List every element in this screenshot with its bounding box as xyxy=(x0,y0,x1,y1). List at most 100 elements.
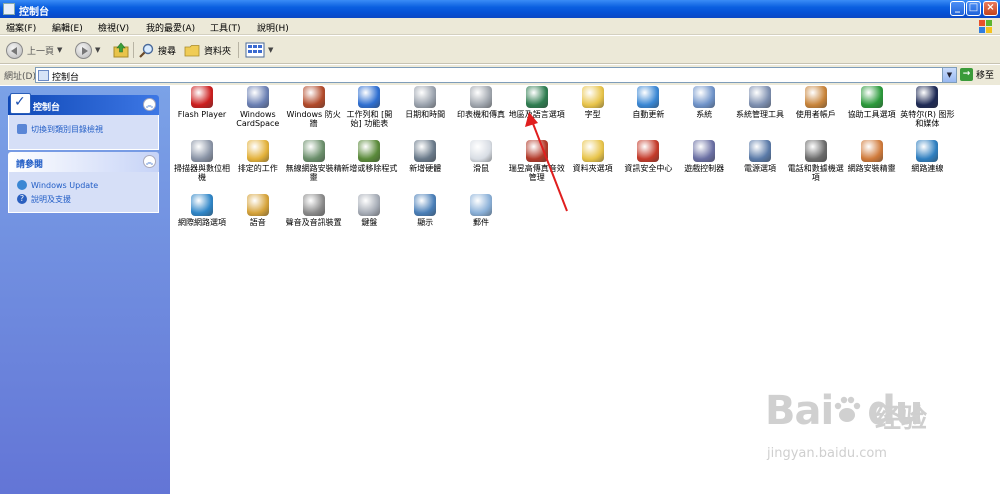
menu-edit[interactable]: 編輯(E) xyxy=(52,21,83,34)
windows-update-link[interactable]: Windows Update xyxy=(17,179,150,191)
speech-icon xyxy=(246,194,269,216)
control-panel-item[interactable]: 網路安裝精靈 xyxy=(844,140,900,194)
chevron-down-icon[interactable]: ▼ xyxy=(95,46,100,54)
search-button[interactable]: 搜尋 xyxy=(138,40,176,60)
control-panel-item[interactable]: 資訊安全中心 xyxy=(620,140,676,194)
search-icon xyxy=(139,43,154,58)
control-panel-item[interactable]: 系統 xyxy=(676,86,732,140)
control-panel-item[interactable]: 瑞昱高傳真音效管理 xyxy=(509,140,565,194)
control-panel-item-label: 使用者帳戶 xyxy=(795,110,836,119)
up-folder-icon xyxy=(113,42,129,58)
menu-help[interactable]: 說明(H) xyxy=(257,21,289,34)
scheduled-tasks-icon xyxy=(246,140,269,162)
control-panel-item[interactable]: 網路連線 xyxy=(899,140,955,194)
control-panel-item[interactable]: 字型 xyxy=(565,86,621,140)
control-panel-item-label: 地區及語言選項 xyxy=(508,110,565,119)
security-center-icon xyxy=(637,140,660,162)
control-panel-item[interactable]: 工作列和 [開始] 功能表 xyxy=(341,86,397,140)
control-panel-item[interactable]: 滑鼠 xyxy=(453,140,509,194)
control-panel-item-label: 顯示 xyxy=(417,218,434,227)
control-panel-item[interactable]: 排定的工作 xyxy=(230,140,286,194)
control-panel-item[interactable]: 無線網路安裝精靈 xyxy=(286,140,342,194)
control-panel-item[interactable]: 協助工具選項 xyxy=(844,86,900,140)
game-controller-icon xyxy=(693,140,716,162)
folders-button[interactable]: 資料夾 xyxy=(184,40,231,60)
control-panel-item[interactable]: 地區及語言選項 xyxy=(509,86,565,140)
control-panel-item[interactable]: 印表機和傳真 xyxy=(453,86,509,140)
control-panel-item[interactable]: 系統管理工具 xyxy=(732,86,788,140)
chevron-down-icon[interactable]: ▼ xyxy=(57,46,62,54)
close-button[interactable]: × xyxy=(983,1,998,16)
control-panel-item-label: Flash Player xyxy=(177,110,227,119)
see-also-heading: 請參閱 xyxy=(16,160,44,170)
address-value: 控制台 xyxy=(52,73,80,83)
control-panel-item[interactable]: Windows 防火牆 xyxy=(286,86,342,140)
views-button[interactable]: ▼ xyxy=(245,40,273,60)
control-panel-item-label: 電源選項 xyxy=(744,164,776,173)
help-icon: ? xyxy=(17,194,27,204)
folders-icon xyxy=(184,44,200,56)
control-panel-item[interactable]: 電話和數據機選項 xyxy=(788,140,844,194)
help-support-label: 說明及支援 xyxy=(31,194,71,204)
intel-graphics-icon xyxy=(916,86,939,108)
folders-label: 資料夾 xyxy=(204,46,232,57)
go-button[interactable]: → 移至 xyxy=(960,68,994,81)
menu-tools[interactable]: 工具(T) xyxy=(210,21,241,34)
wireless-icon xyxy=(302,140,325,162)
control-panel-item-label: 字型 xyxy=(584,110,601,119)
toolbar: 上一頁 ▼ ▼ 搜尋 資料夾 ▼ xyxy=(0,36,1000,64)
control-panel-item[interactable]: 資料夾選項 xyxy=(565,140,621,194)
maximize-button[interactable]: □ xyxy=(966,1,981,16)
control-panel-item-label: 郵件 xyxy=(473,218,489,227)
switch-to-category-view-link[interactable]: 切換到類別目錄檢視 xyxy=(17,123,150,135)
control-panel-item[interactable]: 聲音及音訊裝置 xyxy=(286,194,342,248)
control-panel-item-label: 排定的工作 xyxy=(237,164,278,173)
menu-file[interactable]: 檔案(F) xyxy=(6,21,36,34)
phone-modem-icon xyxy=(804,140,827,162)
address-input[interactable]: 控制台 ▼ xyxy=(35,67,957,83)
forward-button[interactable]: ▼ xyxy=(75,40,100,60)
network-setup-icon xyxy=(860,140,883,162)
windows-update-label: Windows Update xyxy=(31,180,99,190)
chevron-down-icon[interactable]: ▼ xyxy=(942,68,956,82)
control-panel-item-label: Windows 防火牆 xyxy=(286,110,341,128)
title-bar: 控制台 _ □ × xyxy=(0,0,1000,18)
control-panel-item[interactable]: Windows CardSpace xyxy=(230,86,286,140)
chevron-down-icon[interactable]: ▼ xyxy=(268,46,273,54)
control-panel-badge-icon xyxy=(10,93,31,114)
control-panel-item-label: 網路安裝精靈 xyxy=(847,164,896,173)
control-panel-item[interactable]: 顯示 xyxy=(397,194,453,248)
collapse-chevron-icon[interactable]: ︽ xyxy=(143,98,156,111)
control-panel-item[interactable]: 日期和時間 xyxy=(397,86,453,140)
control-panel-item[interactable]: 自動更新 xyxy=(620,86,676,140)
switch-link-label: 切換到類別目錄檢視 xyxy=(31,124,103,134)
control-panel-item[interactable]: 新增硬體 xyxy=(397,140,453,194)
control-panel-item-label: 無線網路安裝精靈 xyxy=(285,164,342,182)
minimize-button[interactable]: _ xyxy=(950,1,965,16)
help-support-link[interactable]: ? 說明及支援 xyxy=(17,193,150,205)
control-panel-item[interactable]: 使用者帳戶 xyxy=(788,86,844,140)
mail-icon xyxy=(470,194,492,216)
control-panel-item[interactable]: 郵件 xyxy=(453,194,509,248)
menu-view[interactable]: 檢視(V) xyxy=(98,21,129,34)
control-panel-item[interactable]: Flash Player xyxy=(174,86,230,140)
control-panel-item[interactable]: 鍵盤 xyxy=(341,194,397,248)
globe-icon xyxy=(525,86,548,108)
control-panel-item[interactable]: 語音 xyxy=(230,194,286,248)
control-panel-item[interactable]: 英特尔(R) 图形和媒体 xyxy=(899,86,955,140)
control-panel-header[interactable]: 控制台 ︽ xyxy=(8,93,159,115)
control-panel-item[interactable]: 遊戲控制器 xyxy=(676,140,732,194)
menu-favorites[interactable]: 我的最愛(A) xyxy=(146,21,195,34)
control-panel-item[interactable]: 電源選項 xyxy=(732,140,788,194)
collapse-chevron-icon[interactable]: ︽ xyxy=(143,155,156,168)
see-also-header[interactable]: 請參閱 ︽ xyxy=(8,152,159,172)
up-folder-button[interactable] xyxy=(112,40,130,60)
back-button[interactable]: 上一頁 ▼ xyxy=(6,40,62,60)
flash-icon xyxy=(191,86,213,108)
control-panel-item[interactable]: 掃描器與數位相機 xyxy=(174,140,230,194)
power-icon xyxy=(749,140,771,162)
go-label: 移至 xyxy=(976,71,995,81)
forward-arrow-icon xyxy=(75,41,92,59)
control-panel-item[interactable]: 新增或移除程式 xyxy=(341,140,397,194)
control-panel-item[interactable]: 網際網路選項 xyxy=(174,194,230,248)
